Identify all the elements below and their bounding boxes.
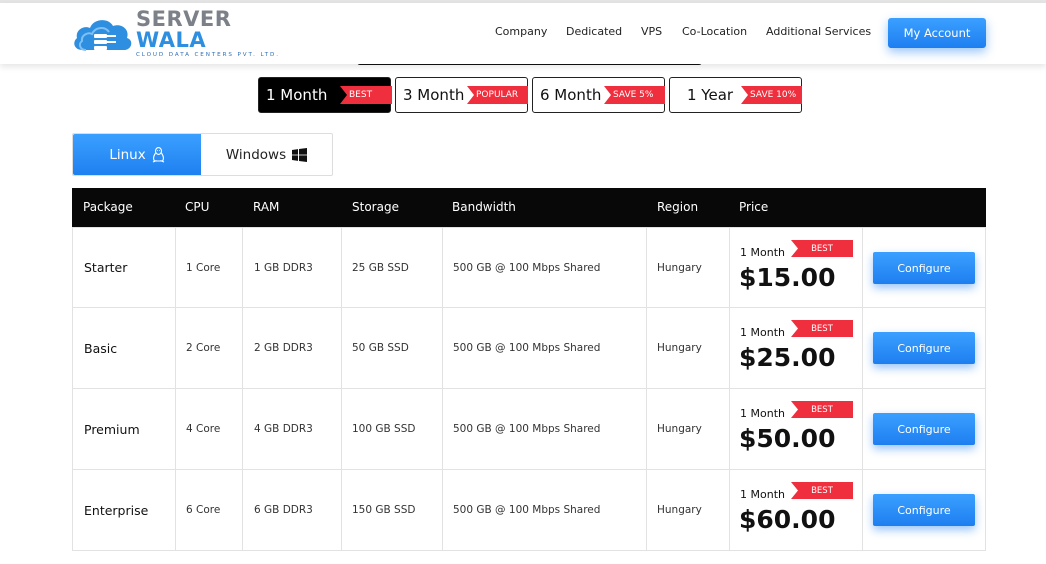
bandwidth-value: 500 GB @ 100 Mbps Shared [453,504,601,516]
th-package: Package [83,200,133,214]
period-tab-3-month[interactable]: 3 Month POPULAR [395,77,528,113]
period-badge: BEST [340,86,392,104]
nav-dedicated[interactable]: Dedicated [566,25,622,38]
ram-value: 1 GB DDR3 [254,261,313,274]
cpu-value: 2 Core [186,342,221,354]
os-tab-windows[interactable]: Windows [201,134,332,175]
price-period: 1 Month [740,326,785,339]
cpu-value: 6 Core [186,504,221,516]
configure-button[interactable]: Configure [873,494,975,526]
os-tab-linux[interactable]: Linux [73,134,201,175]
storage-value: 50 GB SSD [352,342,409,354]
configure-button[interactable]: Configure [873,332,975,364]
price-period: 1 Month [740,407,785,420]
price-cell: 1 Month BEST $50.00 [730,389,862,469]
logo[interactable]: SERVER WALA CLOUD DATA CENTERS PVT. LTD. [72,9,292,58]
storage-value: 100 GB SSD [352,423,416,435]
price-cell: 1 Month BEST $25.00 [730,308,862,388]
configure-button[interactable]: Configure [873,413,975,445]
bandwidth-value: 500 GB @ 100 Mbps Shared [453,342,601,354]
price-cell: 1 Month BEST $15.00 [730,228,862,307]
bandwidth-value: 500 GB @ 100 Mbps Shared [453,423,601,435]
price-amount: $50.00 [739,424,836,453]
windows-logo-icon [292,147,308,162]
period-badge: SAVE 5% [604,86,665,104]
th-ram: RAM [253,200,280,214]
period-badge: SAVE 10% [741,86,802,104]
table-row: Premium 4 Core 4 GB DDR3 100 GB SSD 500 … [72,389,986,470]
package-name: Basic [84,340,118,356]
region-value: Hungary [657,423,702,435]
package-name: Enterprise [84,502,149,518]
storage-value: 25 GB SSD [352,261,409,274]
region-value: Hungary [657,504,702,516]
period-label: 1 Month [266,86,328,104]
period-badge: POPULAR [467,86,528,104]
table-row: Enterprise 6 Core 6 GB DDR3 150 GB SSD 5… [72,470,986,551]
price-amount: $15.00 [739,263,836,292]
period-tab-1-month[interactable]: 1 Month BEST [258,77,392,113]
table-body: Starter 1 Core 1 GB DDR3 25 GB SSD 500 G… [72,227,986,551]
billing-period-tabs: 1 Month BEST 3 Month POPULAR 6 Month SAV… [258,77,802,113]
price-period: 1 Month [740,246,785,259]
cpu-value: 4 Core [186,423,221,435]
th-bandwidth: Bandwidth [452,200,516,214]
table-header: Package CPU RAM Storage Bandwidth Region… [72,188,986,227]
storage-value: 150 GB SSD [352,504,416,516]
table-row: Starter 1 Core 1 GB DDR3 25 GB SSD 500 G… [72,227,986,308]
price-badge: BEST [791,401,853,418]
table-row: Basic 2 Core 2 GB DDR3 50 GB SSD 500 GB … [72,308,986,389]
th-storage: Storage [352,200,399,214]
region-value: Hungary [657,261,702,274]
os-tabs: Linux Windows [72,133,333,176]
site-header: SERVER WALA CLOUD DATA CENTERS PVT. LTD.… [0,3,1046,64]
ram-value: 2 GB DDR3 [254,342,313,354]
nav-additional-services[interactable]: Additional Services [766,25,871,38]
price-badge: BEST [791,482,853,499]
linux-penguin-icon [152,146,165,163]
period-tab-6-month[interactable]: 6 Month SAVE 5% [532,77,665,113]
logo-subtitle: CLOUD DATA CENTERS PVT. LTD. [136,52,280,59]
ram-value: 4 GB DDR3 [254,423,313,435]
price-badge: BEST [791,240,853,257]
cloud-server-logo-icon [72,14,134,54]
price-period: 1 Month [740,488,785,501]
region-value: Hungary [657,342,702,354]
nav-company[interactable]: Company [495,25,547,38]
price-amount: $60.00 [739,505,836,534]
package-name: Starter [84,260,128,275]
pricing-table: Package CPU RAM Storage Bandwidth Region… [72,188,986,551]
period-label: 6 Month [540,86,602,104]
nav-co-location[interactable]: Co-Location [682,25,747,38]
th-cpu: CPU [185,200,210,214]
cpu-value: 1 Core [186,261,221,274]
period-label: 3 Month [403,86,465,104]
package-name: Premium [84,421,140,437]
price-cell: 1 Month BEST $60.00 [730,470,862,550]
period-label: 1 Year [687,86,734,104]
os-tab-label: Windows [225,146,287,163]
th-region: Region [657,200,699,214]
os-tab-label: Linux [109,146,146,163]
th-price: Price [739,200,769,214]
my-account-button[interactable]: My Account [888,18,986,48]
price-amount: $25.00 [739,343,836,372]
nav-vps[interactable]: VPS [641,25,662,38]
bandwidth-value: 500 GB @ 100 Mbps Shared [453,261,601,274]
ram-value: 6 GB DDR3 [254,504,313,516]
configure-button[interactable]: Configure [873,252,975,284]
logo-word-wala: WALA [136,28,207,53]
period-tab-1-year[interactable]: 1 Year SAVE 10% [669,77,802,113]
price-badge: BEST [791,320,853,337]
